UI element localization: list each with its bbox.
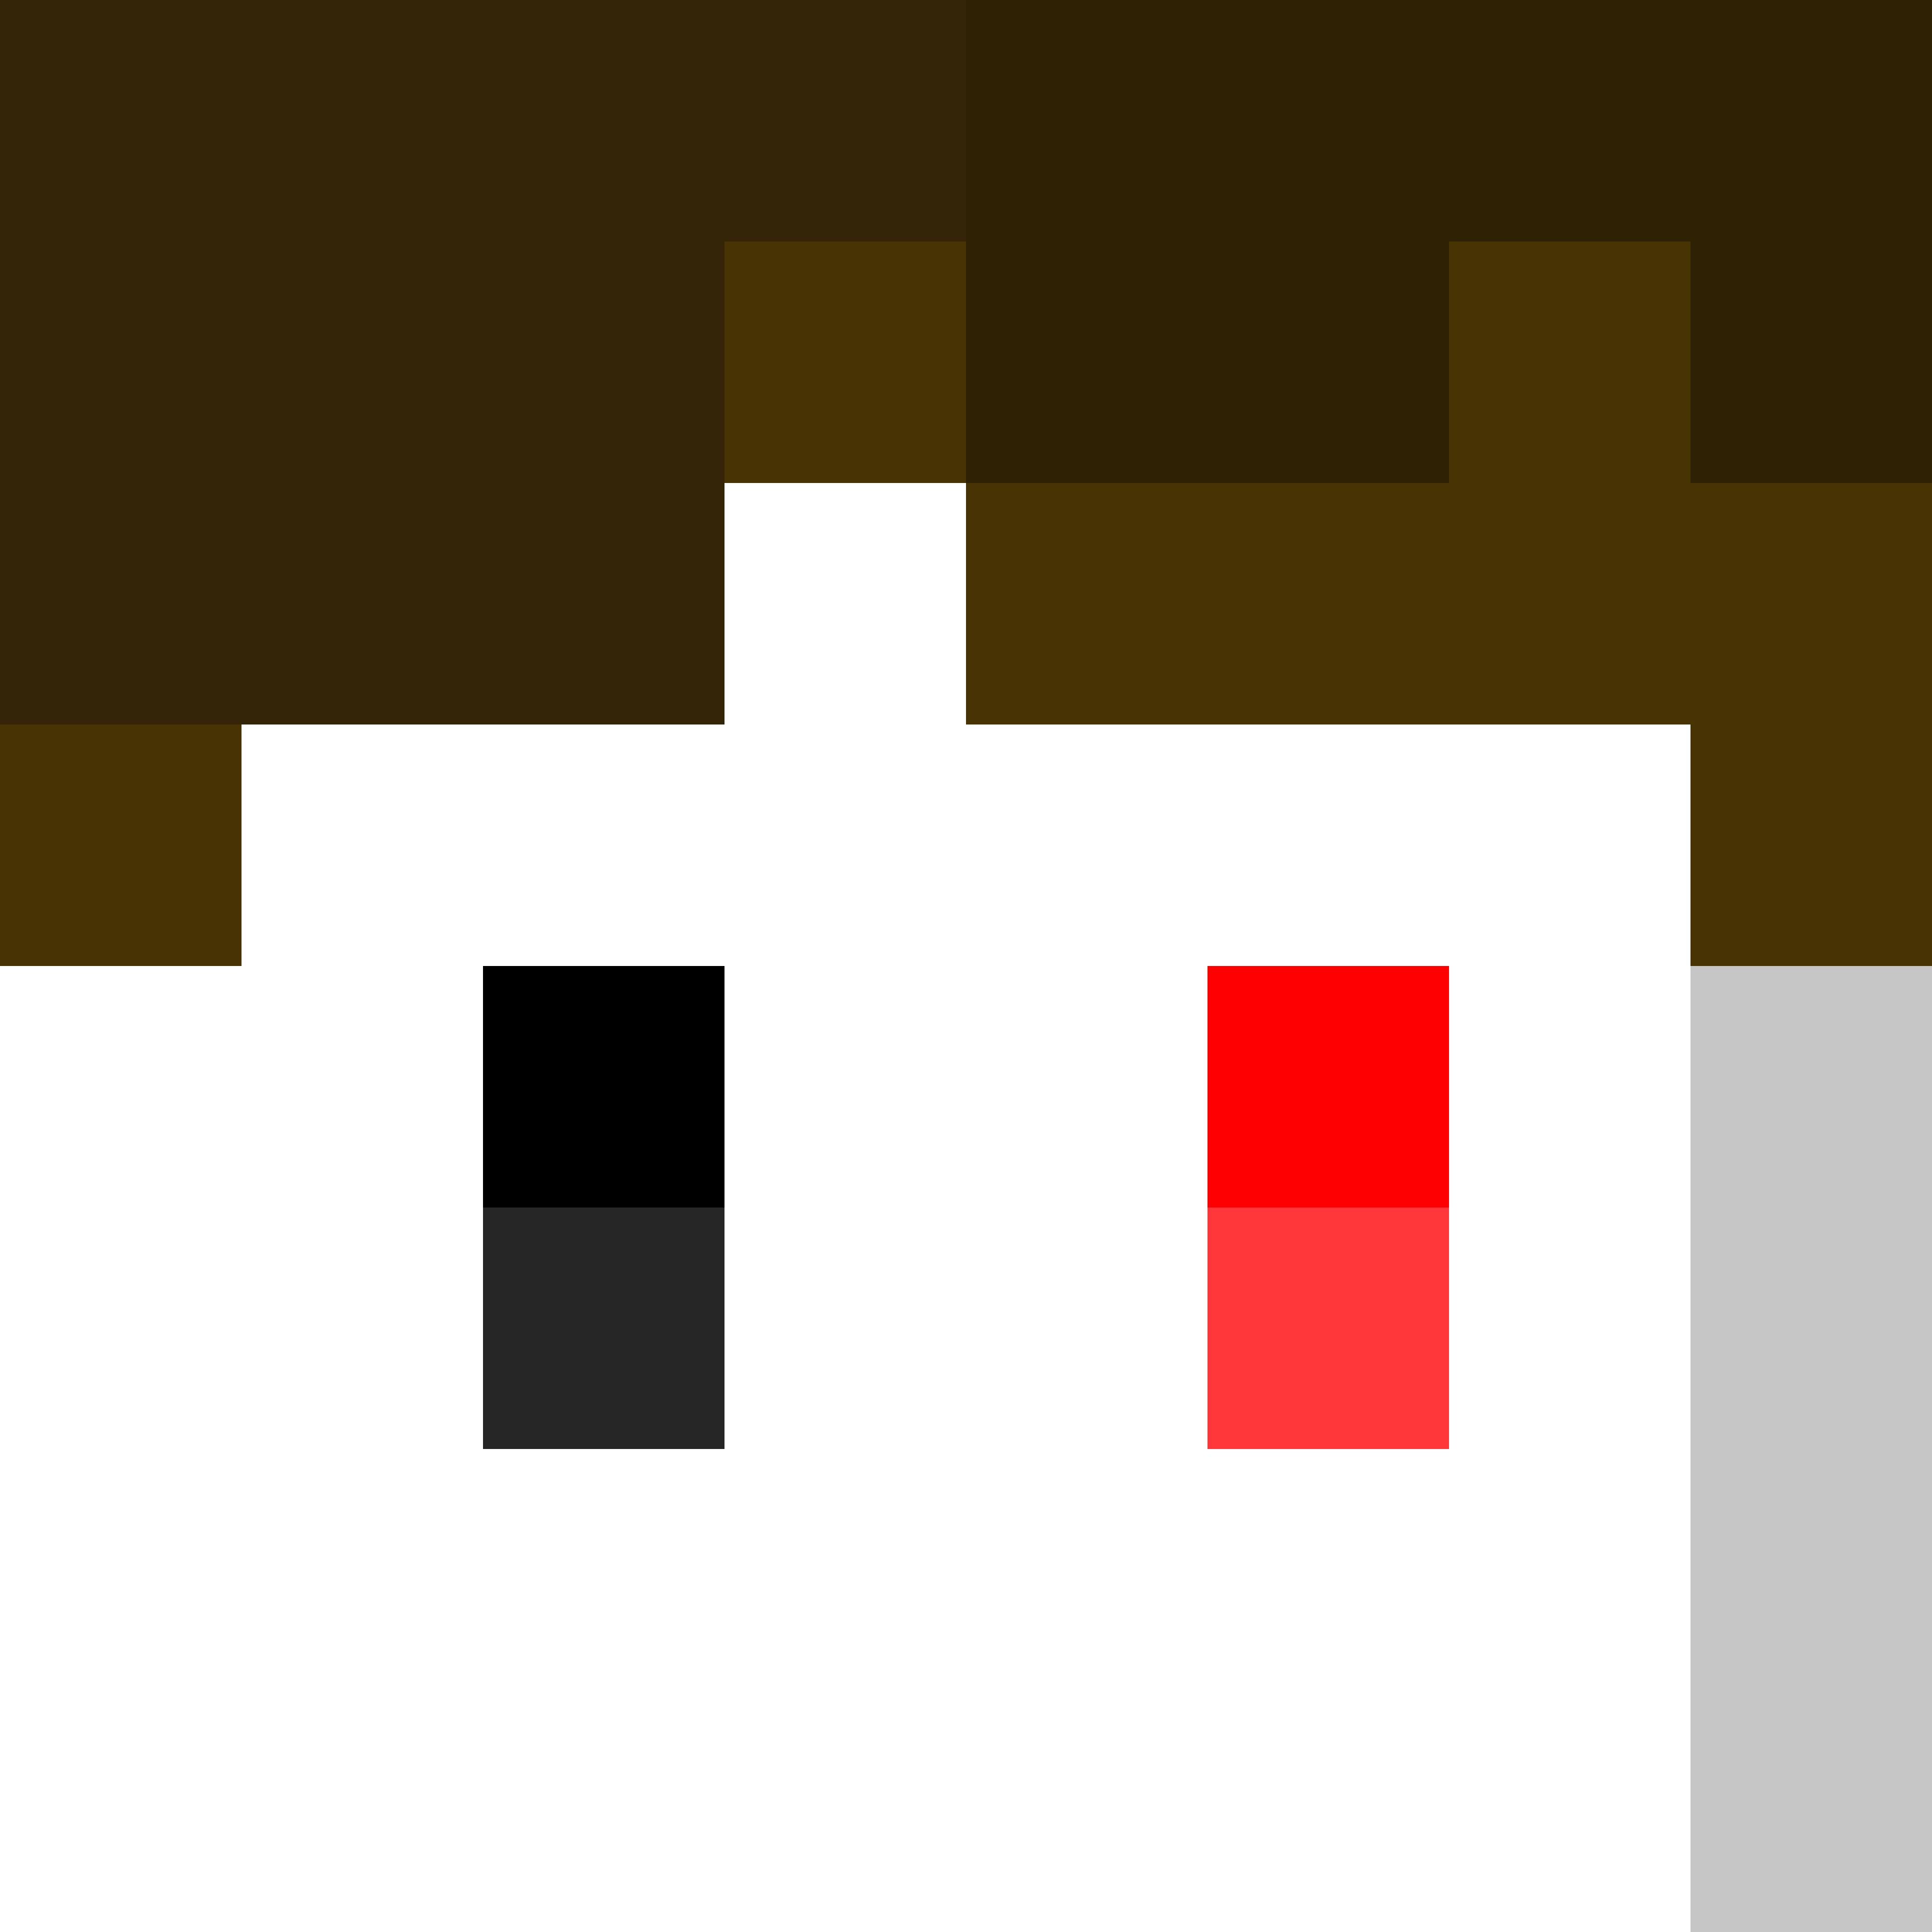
- pixel-hair-shade: [966, 242, 1208, 483]
- pixel-avatar-face: [0, 0, 1932, 1932]
- pixel-hair-light: [1449, 483, 1690, 724]
- pixel-skin: [1208, 724, 1449, 966]
- pixel-hair-light: [1208, 483, 1449, 724]
- pixel-skin: [242, 1690, 483, 1932]
- pixel-skin: [242, 966, 483, 1208]
- pixel-skin: [724, 724, 966, 966]
- pixel-hair-dark: [483, 483, 724, 724]
- pixel-hair-dark: [0, 242, 242, 483]
- pixel-hair-shade: [1449, 0, 1690, 242]
- pixel-skin: [1208, 1449, 1449, 1690]
- pixel-skin: [483, 724, 724, 966]
- pixel-hair-dark: [483, 0, 724, 242]
- pixel-hair-shade: [1208, 0, 1449, 242]
- pixel-left-eye-bottom: [483, 1208, 724, 1449]
- pixel-skin: [1449, 1208, 1690, 1449]
- pixel-side-shadow: [1690, 1208, 1932, 1449]
- pixel-skin: [1449, 724, 1690, 966]
- pixel-skin: [966, 724, 1208, 966]
- pixel-side-shadow: [1690, 1690, 1932, 1932]
- pixel-hair-dark: [242, 242, 483, 483]
- pixel-hair-shade: [1208, 242, 1449, 483]
- pixel-hair-shade: [1690, 242, 1932, 483]
- pixel-skin: [1449, 966, 1690, 1208]
- pixel-hair-light: [0, 724, 242, 966]
- pixel-skin: [1449, 1449, 1690, 1690]
- pixel-side-shadow: [1690, 1449, 1932, 1690]
- pixel-skin: [724, 966, 966, 1208]
- pixel-hair-light: [724, 242, 966, 483]
- pixel-skin: [1449, 1690, 1690, 1932]
- pixel-skin: [483, 1449, 724, 1690]
- pixel-skin: [966, 1208, 1208, 1449]
- pixel-skin: [0, 966, 242, 1208]
- pixel-skin: [724, 483, 966, 724]
- pixel-hair-dark: [242, 483, 483, 724]
- pixel-hair-light: [966, 483, 1208, 724]
- pixel-hair-dark: [483, 242, 724, 483]
- pixel-hair-dark: [242, 0, 483, 242]
- pixel-hair-shade: [966, 0, 1208, 242]
- pixel-skin: [724, 1690, 966, 1932]
- pixel-right-eye-top: [1208, 966, 1449, 1208]
- pixel-right-eye-bottom: [1208, 1208, 1449, 1449]
- pixel-left-eye-top: [483, 966, 724, 1208]
- pixel-skin: [724, 1449, 966, 1690]
- pixel-skin: [242, 1449, 483, 1690]
- pixel-skin: [724, 1208, 966, 1449]
- pixel-hair-light: [1690, 724, 1932, 966]
- pixel-hair-dark: [0, 0, 242, 242]
- pixel-skin: [966, 1449, 1208, 1690]
- pixel-skin: [242, 724, 483, 966]
- pixel-skin: [0, 1208, 242, 1449]
- pixel-skin: [242, 1208, 483, 1449]
- pixel-hair-light: [1690, 483, 1932, 724]
- pixel-skin: [0, 1449, 242, 1690]
- pixel-hair-dark: [0, 483, 242, 724]
- pixel-skin: [0, 1690, 242, 1932]
- pixel-hair-light: [1449, 242, 1690, 483]
- pixel-skin: [966, 966, 1208, 1208]
- pixel-side-shadow: [1690, 966, 1932, 1208]
- pixel-hair-shade: [1690, 0, 1932, 242]
- pixel-skin: [1208, 1690, 1449, 1932]
- pixel-skin: [966, 1690, 1208, 1932]
- pixel-skin: [483, 1690, 724, 1932]
- pixel-hair-dark: [724, 0, 966, 242]
